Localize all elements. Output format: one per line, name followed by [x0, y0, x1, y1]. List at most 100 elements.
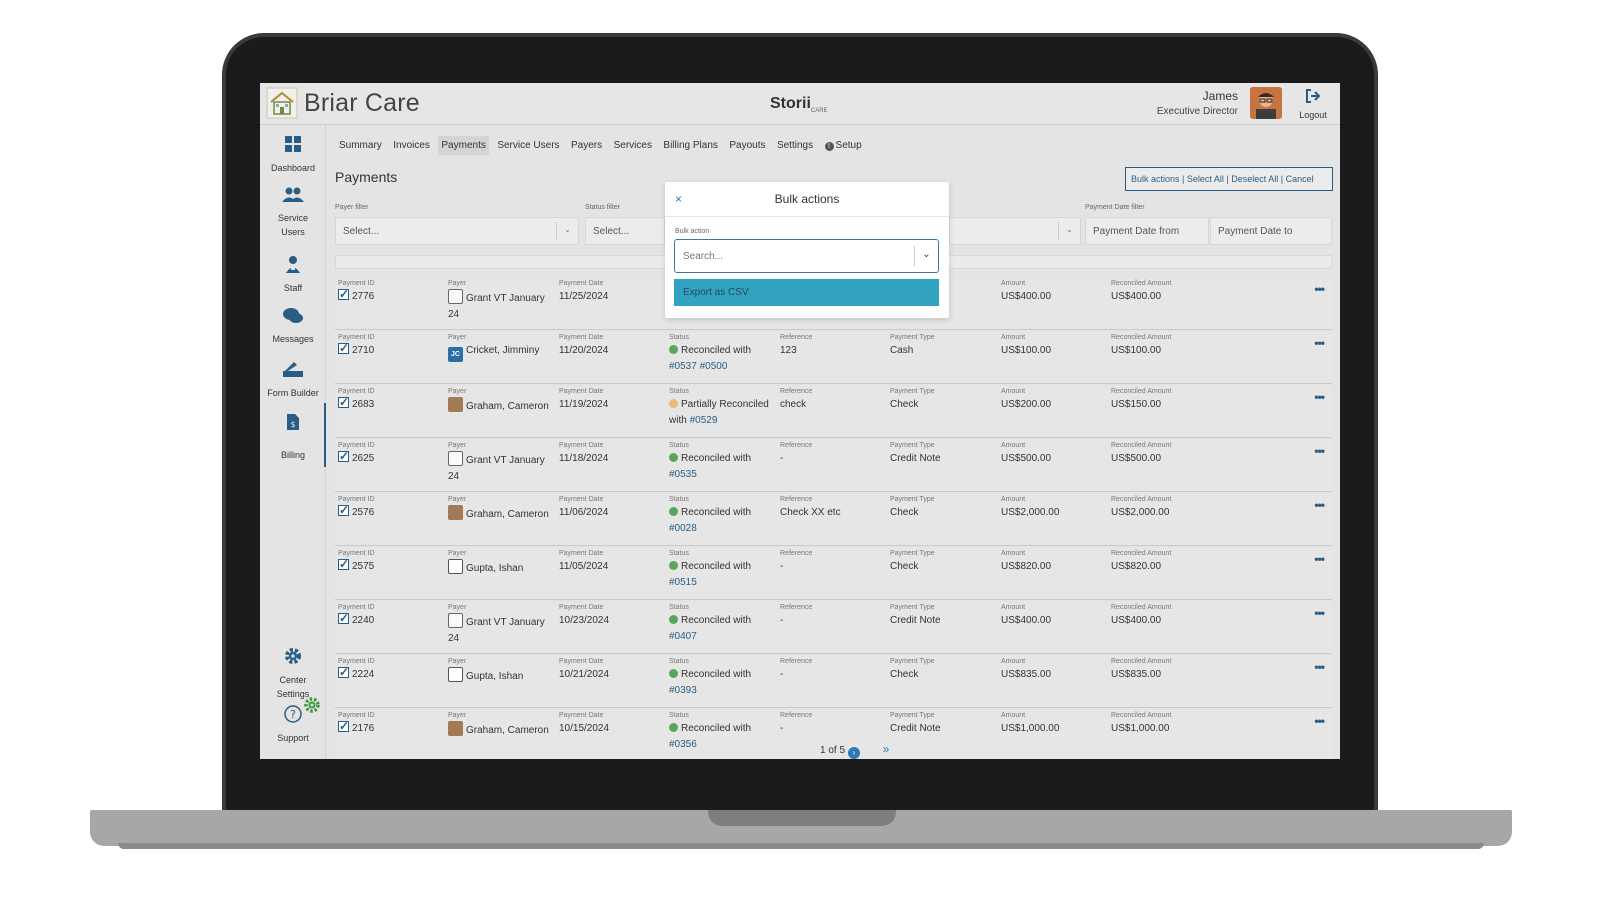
cell-content: US$200.00	[1001, 397, 1109, 413]
more-options-icon[interactable]: •••	[1314, 498, 1325, 512]
cell-reference: Reference -	[780, 548, 888, 575]
brand-logo: StoriiCARE	[770, 95, 828, 114]
invoice-link[interactable]: #0535	[669, 469, 697, 480]
tab-payments[interactable]: Payments	[438, 136, 489, 155]
cell-content: Reconciled with #0356	[669, 721, 777, 753]
cell-value: US$400.00	[1001, 615, 1052, 626]
column-label: Amount	[1001, 550, 1026, 557]
invoice-link[interactable]: #0537 #0500	[669, 361, 727, 372]
table-row[interactable]: Payment ID 2576 Payer Graham, Cameron Paymen…	[335, 494, 1332, 546]
invoice-link[interactable]: #0407	[669, 631, 697, 642]
more-options-icon[interactable]: •••	[1314, 282, 1325, 296]
row-checkbox[interactable]	[338, 340, 349, 356]
status-pre: with	[669, 415, 687, 426]
table-row[interactable]: Payment ID2710PayerJCCricket, JimminyPay…	[335, 332, 1332, 384]
cell-value: -	[780, 453, 784, 464]
invoice-link[interactable]: #0393	[669, 685, 697, 696]
cell-reference: Reference check	[780, 386, 888, 413]
more-options-icon[interactable]: •••	[1314, 552, 1325, 566]
sidebar-label: Staff	[283, 283, 303, 293]
row-checkbox[interactable]	[338, 448, 349, 464]
cell-content: 2683	[338, 394, 446, 413]
payer-icon	[448, 667, 463, 682]
sidebar-item-service-users[interactable]: Service Users	[260, 187, 326, 239]
cell-value: 11/25/2024	[559, 291, 609, 302]
status-dot-icon	[669, 561, 678, 570]
status-text: Reconciled with	[681, 669, 752, 680]
payer-icon	[448, 451, 463, 466]
sidebar-item-messages[interactable]: Messages	[260, 308, 326, 346]
cell-content: Grant VT January 24	[448, 451, 556, 485]
cell-status: Status Partially Reconciled with #0529	[669, 386, 777, 429]
date-from-input[interactable]: Payment Date from	[1085, 217, 1209, 245]
tab-settings[interactable]: Settings	[774, 136, 816, 155]
cell-amount: Amount US$400.00	[1001, 602, 1109, 629]
more-options-icon[interactable]: •••	[1314, 714, 1325, 728]
status-dot-icon	[669, 669, 678, 678]
row-checkbox[interactable]	[338, 286, 349, 302]
row-checkbox[interactable]	[338, 394, 349, 410]
invoice-link[interactable]: #0028	[669, 523, 697, 534]
date-to-input[interactable]: Payment Date to	[1210, 217, 1332, 245]
cell-content: 2224	[338, 664, 446, 683]
more-options-icon[interactable]: •••	[1314, 444, 1325, 458]
next-page-button[interactable]: ›	[847, 747, 860, 759]
sidebar-item-billing[interactable]: $ Billing	[260, 413, 326, 462]
column-label: Amount	[1001, 496, 1026, 503]
row-checkbox[interactable]	[338, 556, 349, 572]
sidebar-item-center-settings[interactable]: Center Settings	[260, 647, 326, 701]
invoice-link[interactable]: #0529	[690, 415, 718, 426]
bulk-action-search[interactable]: Search... ⌄	[674, 239, 939, 273]
tab-invoices[interactable]: Invoices	[390, 136, 433, 155]
row-checkbox[interactable]	[338, 664, 349, 680]
cell-type: Payment Type Credit Note	[890, 440, 998, 467]
payer-name: Graham, Cameron	[466, 401, 549, 412]
sidebar-item-staff[interactable]: Staff	[260, 255, 326, 295]
option-export-csv[interactable]: Export as CSV	[674, 279, 939, 306]
cell-value: -	[780, 615, 784, 626]
cell-value: Check	[890, 669, 919, 680]
table-row[interactable]: Payment ID 2683 Payer Graham, Cameron Paymen…	[335, 386, 1332, 438]
cell-content: US$500.00	[1001, 451, 1109, 467]
filter-select[interactable]: ⌄	[949, 217, 1081, 245]
status-text: Reconciled with	[681, 507, 752, 518]
row-checkbox[interactable]	[338, 718, 349, 734]
logout-button[interactable]: Logout	[1296, 89, 1330, 120]
status-filter-select[interactable]: Select...	[585, 217, 665, 245]
more-options-icon[interactable]: •••	[1314, 660, 1325, 674]
invoice-link[interactable]: #0356	[669, 739, 697, 750]
table-row[interactable]: Payment ID2625PayerGrant VT January 24Pa…	[335, 440, 1332, 492]
column-label: Reference	[780, 658, 813, 665]
payment-id: 2575	[352, 561, 375, 572]
table-row[interactable]: Payment ID2240PayerGrant VT January 24Pa…	[335, 602, 1332, 654]
brand-name: Storii	[770, 95, 811, 112]
cell-reconciled: Reconciled Amount US$100.00	[1111, 332, 1219, 359]
cell-reference: Reference Check XX etc	[780, 494, 888, 521]
tab-billing-plans[interactable]: Billing Plans	[660, 136, 720, 155]
cell-value: 10/15/2024	[559, 723, 610, 734]
invoice-link[interactable]: #0515	[669, 577, 697, 588]
more-options-icon[interactable]: •••	[1314, 390, 1325, 404]
table-row[interactable]: Payment ID 2575 Payer Gupta, Ishan Payment D…	[335, 548, 1332, 600]
user-avatar[interactable]	[1250, 87, 1282, 119]
cell-payer: Payer JC Cricket, Jimminy	[448, 332, 556, 362]
tab-summary[interactable]: Summary	[336, 136, 385, 155]
row-checkbox[interactable]	[338, 502, 349, 518]
cell-value: 10/23/2024	[559, 615, 610, 626]
sidebar-item-support[interactable]: ? Support	[260, 697, 326, 745]
last-page-button[interactable]: »	[883, 742, 890, 756]
sidebar-item-dashboard[interactable]: Dashboard	[260, 135, 326, 175]
table-row[interactable]: Payment ID 2224 Payer Gupta, Ishan Payment D…	[335, 656, 1332, 708]
row-checkbox[interactable]	[338, 610, 349, 626]
column-label: Payment Date	[559, 604, 604, 611]
tab-service-users[interactable]: Service Users	[494, 136, 562, 155]
bulk-actions-bar[interactable]: Bulk actions | Select All | Deselect All…	[1125, 167, 1333, 191]
tab-setup[interactable]: ! Setup	[822, 136, 865, 155]
tab-payers[interactable]: Payers	[568, 136, 605, 155]
more-options-icon[interactable]: •••	[1314, 336, 1325, 350]
tab-payouts[interactable]: Payouts	[726, 136, 768, 155]
more-options-icon[interactable]: •••	[1314, 606, 1325, 620]
tab-services[interactable]: Services	[611, 136, 655, 155]
sidebar-item-form-builder[interactable]: Form Builder	[260, 361, 326, 400]
payer-filter-select[interactable]: Select... ⌄	[335, 217, 579, 245]
